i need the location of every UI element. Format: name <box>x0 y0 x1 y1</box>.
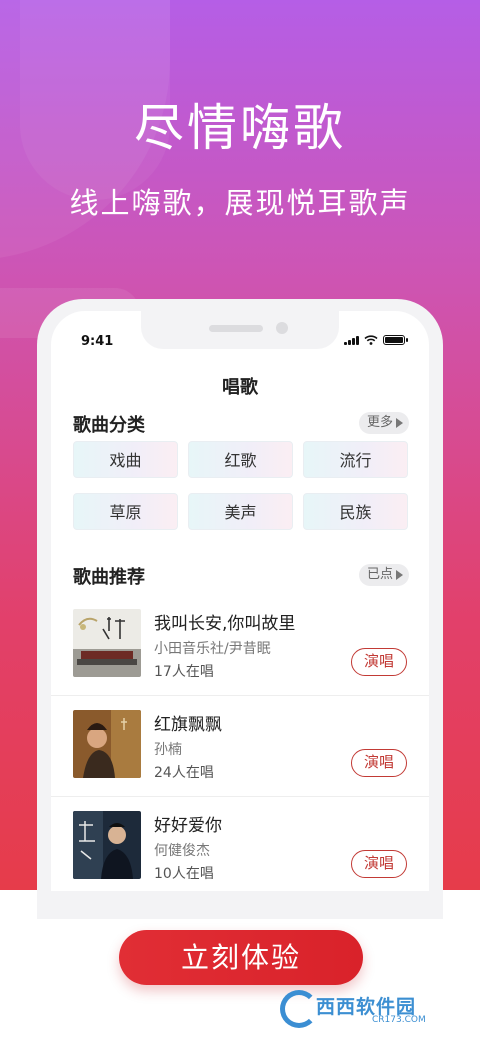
category-chip[interactable]: 美声 <box>188 493 293 530</box>
status-time: 9:41 <box>81 334 114 349</box>
category-grid: 戏曲 红歌 流行 草原 美声 民族 <box>73 441 408 530</box>
song-row[interactable]: 好好爱你 何健俊杰 10人在唱 演唱 <box>51 797 429 891</box>
play-arrow-icon <box>396 570 403 580</box>
phone-notch <box>141 311 339 349</box>
singing-count: 10人在唱 <box>154 866 214 882</box>
category-chip[interactable]: 草原 <box>73 493 178 530</box>
album-cover-image <box>73 710 141 778</box>
song-title: 好好爱你 <box>154 816 222 836</box>
category-section-title: 歌曲分类 <box>73 415 145 436</box>
phone-mockup: 9:41 唱歌 歌曲分类 更多 戏曲 红歌 流行 草原 美声 民族 歌曲推荐 已… <box>37 299 443 919</box>
watermark-logo: 西西软件园 CR173.COM <box>280 990 466 1028</box>
hero-subheadline: 线上嗨歌，展现悦耳歌声 <box>69 186 411 220</box>
recommend-section-header: 歌曲推荐 已点 <box>73 563 409 588</box>
wifi-icon <box>364 335 378 345</box>
status-icons <box>344 335 408 345</box>
song-row[interactable]: 我叫长安,你叫故里 小田音乐社/尹昔眠 17人在唱 演唱 <box>51 595 429 696</box>
album-cover-image <box>73 811 141 879</box>
sing-button[interactable]: 演唱 <box>351 648 407 676</box>
song-artist: 孙楠 <box>154 742 182 758</box>
song-artist: 小田音乐社/尹昔眠 <box>154 641 271 657</box>
song-row[interactable]: 红旗飘飘 孙楠 24人在唱 演唱 <box>51 696 429 797</box>
album-cover-image <box>73 609 141 677</box>
song-title: 红旗飘飘 <box>154 715 222 735</box>
category-chip[interactable]: 戏曲 <box>73 441 178 478</box>
phone-screen: 9:41 唱歌 歌曲分类 更多 戏曲 红歌 流行 草原 美声 民族 歌曲推荐 已… <box>51 311 429 891</box>
more-button[interactable]: 更多 <box>358 412 409 434</box>
singing-count: 17人在唱 <box>154 664 214 680</box>
selected-songs-label: 已点 <box>366 567 393 582</box>
sing-button[interactable]: 演唱 <box>351 749 407 777</box>
more-button-label: 更多 <box>366 415 393 430</box>
song-title: 我叫长安,你叫故里 <box>154 614 296 634</box>
category-chip[interactable]: 民族 <box>303 493 408 530</box>
status-bar: 9:41 <box>51 311 429 355</box>
category-chip[interactable]: 流行 <box>303 441 408 478</box>
hero-headline: 尽情嗨歌 <box>134 99 346 157</box>
camera-icon <box>276 322 288 334</box>
watermark-subtext: CR173.COM <box>372 1015 426 1025</box>
page-title: 唱歌 <box>222 377 258 398</box>
category-chip[interactable]: 红歌 <box>188 441 293 478</box>
category-section-header: 歌曲分类 更多 <box>73 411 409 436</box>
speaker-icon <box>209 325 263 332</box>
recommend-section-title: 歌曲推荐 <box>73 567 145 588</box>
watermark-c-icon <box>280 990 318 1028</box>
try-now-button[interactable]: 立刻体验 <box>119 930 363 985</box>
selected-songs-button[interactable]: 已点 <box>358 564 409 586</box>
battery-icon <box>383 335 408 345</box>
play-arrow-icon <box>396 418 403 428</box>
singing-count: 24人在唱 <box>154 765 214 781</box>
sing-button[interactable]: 演唱 <box>351 850 407 878</box>
song-list: 我叫长安,你叫故里 小田音乐社/尹昔眠 17人在唱 演唱 红旗飘飘 孙楠 24人… <box>51 595 429 891</box>
cellular-signal-icon <box>344 335 359 345</box>
song-artist: 何健俊杰 <box>154 843 210 859</box>
